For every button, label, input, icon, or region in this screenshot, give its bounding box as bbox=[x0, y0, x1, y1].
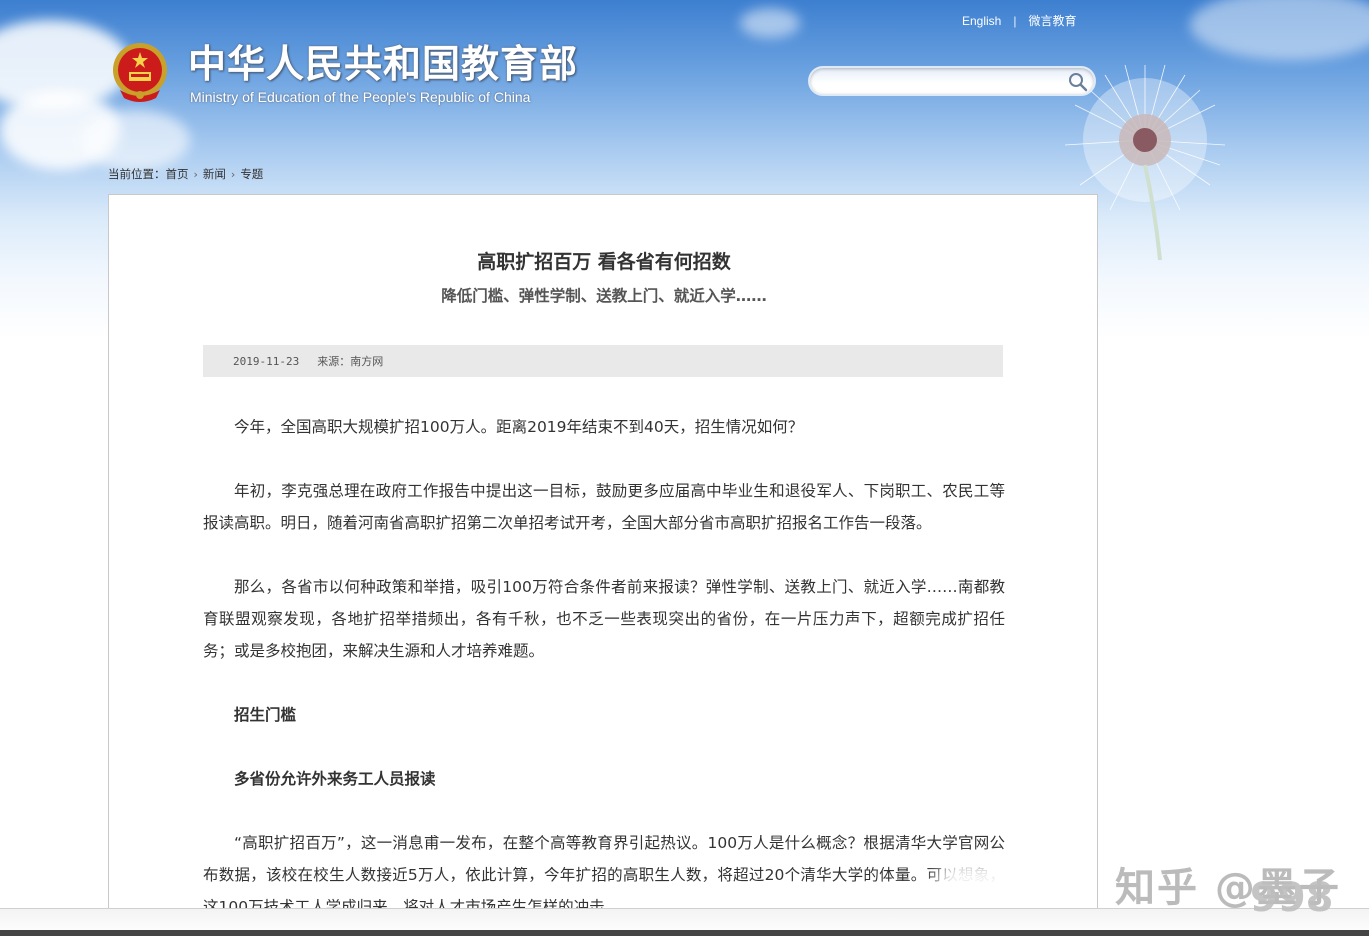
article-paragraph: 那么，各省市以何种政策和举措，吸引100万符合条件者前来报读？弹性学制、送教上门… bbox=[203, 578, 1005, 660]
article-body: 今年，全国高职大规模扩招100万人。距离2019年结束不到40天，招生情况如何？… bbox=[203, 411, 1005, 936]
english-link[interactable]: English bbox=[962, 14, 1001, 28]
top-links: English | 微言教育 bbox=[962, 12, 1077, 29]
cloud-decoration bbox=[80, 110, 190, 170]
breadcrumb-news[interactable]: 新闻 bbox=[203, 166, 226, 182]
article-paragraph: 今年，全国高职大规模扩招100万人。距离2019年结束不到40天，招生情况如何？ bbox=[234, 418, 804, 436]
section-heading: 招生门槛 bbox=[234, 706, 297, 724]
watermark-digits: 998 bbox=[1250, 875, 1334, 921]
national-emblem-logo bbox=[113, 43, 167, 102]
search-box bbox=[808, 66, 1096, 96]
search-input[interactable] bbox=[820, 71, 1060, 91]
section-heading: 多省份允许外来务工人员报读 bbox=[234, 770, 436, 788]
weiyan-education-link[interactable]: 微言教育 bbox=[1028, 12, 1076, 29]
article-meta-bar: 2019-11-23 来源：南方网 bbox=[203, 345, 1003, 377]
breadcrumb: 当前位置： 首页 › 新闻 › 专题 bbox=[108, 166, 263, 182]
page: 中华人民共和国教育部 Ministry of Education of the … bbox=[0, 0, 1369, 936]
search-icon[interactable] bbox=[1068, 72, 1088, 92]
article-subtitle: 降低门槛、弹性学制、送教上门、就近入学…… bbox=[441, 287, 767, 305]
window-bottom-border bbox=[0, 930, 1369, 936]
breadcrumb-prefix: 当前位置： bbox=[108, 167, 166, 181]
chevron-right-icon: › bbox=[193, 167, 198, 181]
article-container: 高职扩招百万 看各省有何招数 降低门槛、弹性学制、送教上门、就近入学…… 201… bbox=[108, 194, 1098, 936]
article-title: 高职扩招百万 看各省有何招数 bbox=[477, 251, 731, 273]
site-title: 中华人民共和国教育部 bbox=[188, 42, 579, 86]
article-source: 来源：南方网 bbox=[317, 355, 384, 368]
cloud-decoration bbox=[1190, 0, 1369, 60]
image-smudge bbox=[935, 860, 1045, 910]
breadcrumb-home[interactable]: 首页 bbox=[166, 166, 189, 182]
link-divider: | bbox=[1013, 13, 1017, 28]
article-paragraph: 年初，李克强总理在政府工作报告中提出这一目标，鼓励更多应届高中毕业生和退役军人、… bbox=[203, 482, 1005, 532]
breadcrumb-topic[interactable]: 专题 bbox=[240, 166, 263, 182]
site-subtitle: Ministry of Education of the People's Re… bbox=[190, 89, 531, 105]
cloud-decoration bbox=[740, 8, 800, 38]
article-date: 2019-11-23 bbox=[233, 354, 300, 368]
chevron-right-icon: › bbox=[230, 167, 236, 181]
